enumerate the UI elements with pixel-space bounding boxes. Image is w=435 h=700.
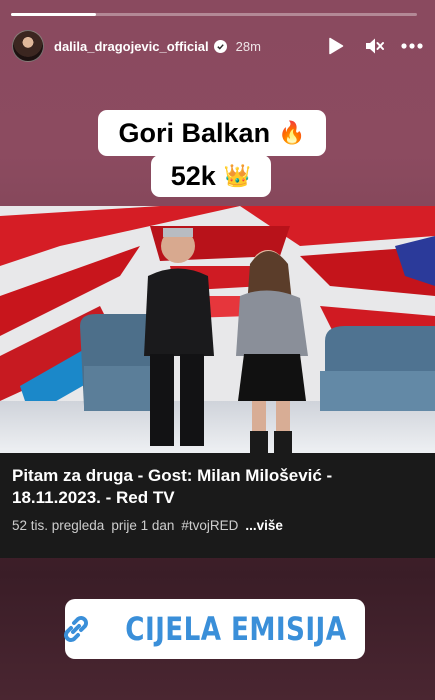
upload-age: prije 1 dan (111, 518, 175, 533)
crown-emoji-icon: 👑 (223, 163, 252, 189)
video-title[interactable]: Pitam za druga - Gost: Milan Milošević -… (12, 465, 423, 509)
story-progress-fill (11, 13, 97, 16)
video-meta: 52 tis. pregleda prije 1 dan #tvojRED ..… (12, 518, 423, 533)
tv-studio-image (0, 206, 435, 453)
link-sticker-label: CIJELA EMISIJA (125, 610, 347, 648)
shared-video-card[interactable]: Pitam za druga - Gost: Milan Milošević -… (0, 206, 435, 558)
more-link[interactable]: ...više (245, 518, 283, 533)
link-icon (59, 612, 93, 646)
hashtag-link[interactable]: #tvojRED (181, 518, 238, 533)
username[interactable]: dalila_dragojevic_official (54, 39, 209, 54)
video-thumbnail[interactable] (0, 206, 435, 453)
text-sticker-count: 52k 👑 (151, 155, 271, 197)
text-sticker-title: Gori Balkan 🔥 (98, 110, 326, 156)
play-icon[interactable] (324, 34, 348, 58)
story-header: dalila_dragojevic_official 28m (12, 28, 424, 64)
verified-badge-icon (213, 39, 227, 53)
post-time: 28m (235, 38, 261, 54)
link-sticker-button[interactable]: CIJELA EMISIJA (64, 599, 365, 659)
sticker-count-text: 52k (170, 160, 216, 191)
more-icon[interactable] (400, 34, 424, 58)
mute-icon[interactable] (362, 34, 386, 58)
view-count: 52 tis. pregleda (12, 518, 105, 533)
sticker-title-text: Gori Balkan (118, 117, 271, 148)
avatar[interactable] (12, 30, 44, 62)
story-progress-bar (11, 13, 417, 16)
fire-emoji-icon: 🔥 (278, 120, 306, 146)
